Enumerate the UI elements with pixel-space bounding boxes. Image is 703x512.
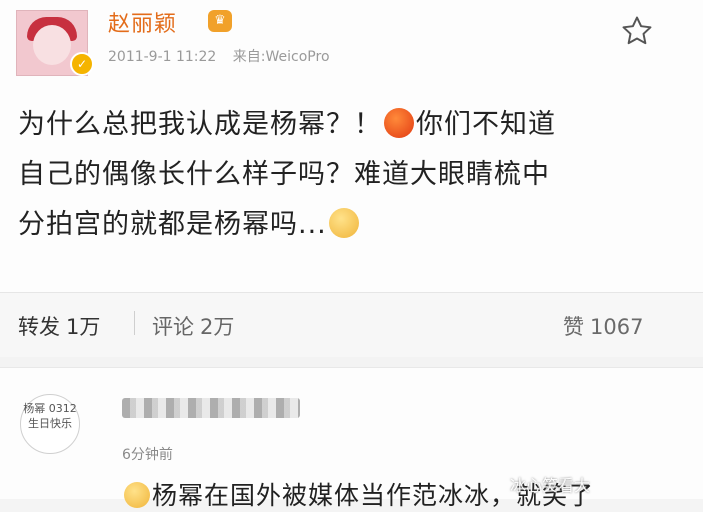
comment-button[interactable]: 评论 2万 [152, 311, 234, 341]
watermark: 冰心笑看大 [510, 476, 591, 495]
weibo-post-card: ✓ 赵丽颖 ♛ 2011-9-1 11:22 来自:WeicoPro 为什么总把… [0, 0, 703, 292]
crying-face-icon [328, 208, 359, 238]
angry-face-icon [384, 108, 414, 138]
post-timestamp: 2011-9-1 11:22 [108, 49, 217, 65]
comment-count: 2万 [200, 315, 235, 339]
like-count: 1067 [590, 315, 644, 339]
commenter-avatar[interactable]: 杨幂 0312 生日快乐 [20, 394, 80, 454]
username[interactable]: 赵丽颖 [108, 6, 177, 38]
verified-badge-icon: ✓ [70, 52, 94, 76]
avatar-face [33, 25, 71, 65]
smile-face-icon [124, 482, 150, 508]
content-text-b: 你们不知道 [416, 109, 556, 140]
content-text-c: 分拍宫的就都是杨幂吗... [18, 209, 327, 240]
commenter-name-blurred[interactable] [122, 398, 300, 418]
star-icon[interactable] [620, 14, 654, 48]
comment-section: 杨幂 0312 生日快乐 6分钟前 杨幂在国外被媒体当作范冰冰，就笑了 [0, 357, 703, 510]
comment-time: 6分钟前 [122, 447, 173, 463]
post-source[interactable]: 来自:WeicoPro [233, 49, 330, 65]
content-line-3: 分拍宫的就都是杨幂吗... [18, 200, 678, 250]
comment-label: 评论 [152, 315, 194, 339]
comment-item[interactable]: 杨幂 0312 生日快乐 6分钟前 杨幂在国外被媒体当作范冰冰，就笑了 [0, 367, 703, 510]
content-line-2: 自己的偶像长什么样子吗？难道大眼睛梳中 [18, 159, 550, 190]
action-divider [134, 311, 135, 335]
content-line-1: 为什么总把我认成是杨幂？！ 你们不知道 [18, 100, 678, 150]
post-content: 为什么总把我认成是杨幂？！ 你们不知道 自己的偶像长什么样子吗？难道大眼睛梳中 分… [18, 100, 678, 250]
post-action-bar: 转发 1万 评论 2万 赞 1067 [0, 292, 703, 358]
post-meta: 2011-9-1 11:22 来自:WeicoPro [108, 46, 330, 66]
vip-crown-icon[interactable]: ♛ [208, 10, 232, 32]
like-button[interactable]: 赞 1067 [563, 311, 643, 341]
repost-count: 1万 [66, 315, 101, 339]
like-label: 赞 [563, 315, 584, 339]
content-text-a: 为什么总把我认成是杨幂？！ [18, 109, 382, 140]
repost-label: 转发 [18, 315, 60, 339]
repost-button[interactable]: 转发 1万 [18, 311, 100, 341]
